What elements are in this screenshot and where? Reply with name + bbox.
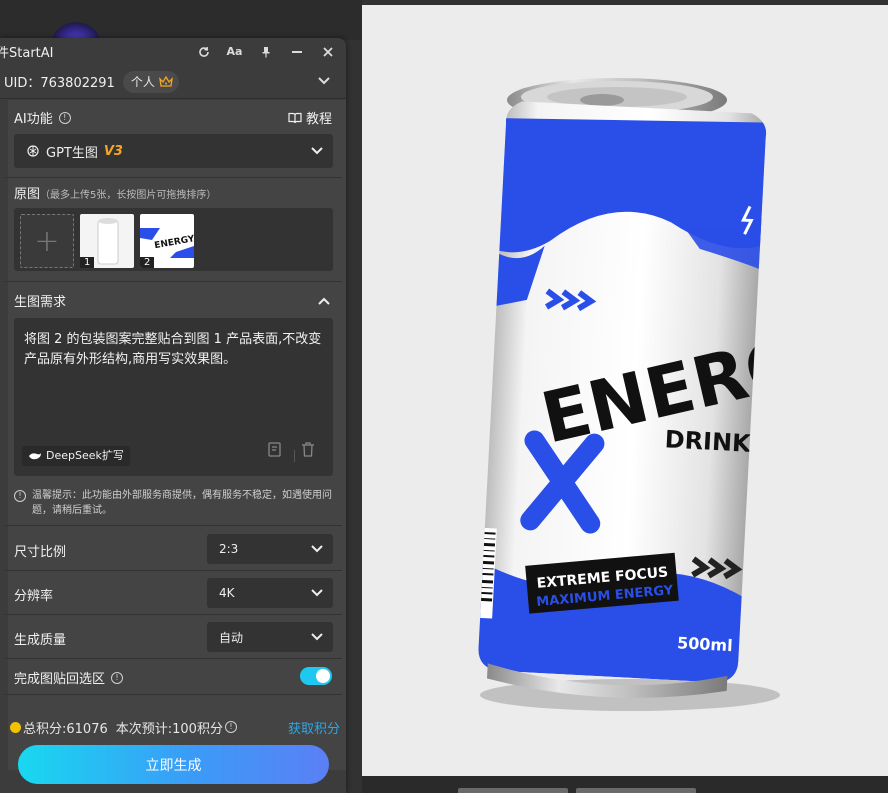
chevron-down-icon[interactable]: [318, 74, 330, 89]
info-icon[interactable]: !: [224, 721, 237, 733]
model-select[interactable]: GPT生图 V3: [14, 134, 333, 168]
chevron-down-icon: [311, 144, 323, 159]
trash-icon[interactable]: [301, 442, 315, 464]
divider: [4, 525, 342, 526]
book-icon: [288, 112, 302, 123]
requirement-label: 生图需求: [14, 295, 67, 310]
uid-text: UID：763802291: [4, 76, 115, 91]
pin-icon[interactable]: [257, 43, 274, 60]
coin-icon: [10, 721, 21, 733]
svg-text:500ml: 500ml: [677, 633, 733, 655]
thumbnail-number: 2: [140, 257, 155, 268]
resolution-value: 4K: [219, 586, 235, 600]
source-image-header: 原图 （最多上传5张，长按图片可拖拽排序）: [14, 183, 216, 202]
divider: [4, 694, 342, 695]
energy-can-image: ENERGY DRINK EXTREME FOCUS MAXIMUM ENERG…: [362, 5, 888, 776]
chevron-down-icon: [311, 630, 323, 644]
chevron-down-icon: [311, 586, 323, 600]
crown-icon: [158, 75, 173, 87]
deepseek-expand-button[interactable]: DeepSeek扩写: [22, 446, 130, 466]
paste-back-row: 完成图贴回选区 !: [14, 668, 124, 687]
divider: [4, 614, 342, 615]
ratio-select[interactable]: 2:3: [207, 534, 333, 564]
refresh-icon[interactable]: [195, 43, 212, 60]
tip-text: 温馨提示：此功能由外部服务商提供，偶有服务不稳定，如遇使用问题，请稍后重试。: [32, 490, 332, 516]
openai-icon: [27, 145, 39, 157]
tutorial-label: 教程: [305, 112, 332, 127]
divider: [294, 450, 295, 462]
source-image-label: 原图: [14, 187, 41, 202]
earn-points-link[interactable]: 获取积分: [288, 718, 340, 737]
model-version: V3: [103, 143, 123, 159]
info-icon[interactable]: !: [58, 111, 71, 124]
setting-label-ratio: 尺寸比例: [14, 545, 67, 560]
bottom-tab[interactable]: [576, 788, 696, 793]
panel-titlebar: 件StartAI Aa: [0, 38, 346, 65]
setting-label-quality: 生成质量: [14, 633, 67, 648]
requirement-textarea[interactable]: 将图 2 的包装图案完整贴合到图 1 产品表面,不改变产品原有外形结构,商用写实…: [14, 318, 333, 476]
total-points: 总积分:61076: [23, 721, 108, 737]
thumbnail-number: 1: [80, 257, 95, 268]
chevron-down-icon: [311, 542, 323, 556]
model-name: GPT生图: [46, 145, 98, 161]
paste-back-label: 完成图贴回选区: [14, 672, 106, 687]
thumbnail-2[interactable]: ENERGY 2: [140, 214, 194, 268]
ai-function-label: AI功能: [14, 112, 53, 127]
quality-select[interactable]: 自动: [207, 622, 333, 652]
clipboard-icon[interactable]: [267, 441, 283, 464]
panel-title: 件StartAI: [0, 46, 54, 61]
divider: [4, 570, 342, 571]
points-row: 总积分:61076 本次预计:100积分 ! 获取积分: [10, 718, 340, 737]
thumbnail-strip: + 1 ENERGY 2: [14, 208, 333, 271]
source-image-hint: （最多上传5张，长按图片可拖拽排序）: [40, 190, 217, 201]
info-icon[interactable]: !: [111, 671, 124, 684]
add-image-button[interactable]: +: [20, 214, 74, 268]
resolution-select[interactable]: 4K: [207, 578, 333, 608]
divider: [4, 177, 342, 178]
thumbnail-1[interactable]: 1: [80, 214, 134, 268]
font-size-icon[interactable]: Aa: [226, 43, 243, 60]
ratio-value: 2:3: [219, 542, 239, 556]
paste-back-toggle[interactable]: [300, 667, 332, 685]
can-drink-text: DRINK: [664, 425, 753, 458]
close-icon[interactable]: [319, 43, 336, 60]
ps-bottom-bar: [362, 776, 888, 793]
startai-panel: 件StartAI Aa UID：763802291 个人 AI功能 ! 教程 G…: [0, 38, 346, 793]
info-icon: !: [14, 490, 26, 502]
chevron-up-icon[interactable]: [318, 294, 330, 309]
ai-function-header: AI功能 !: [14, 108, 71, 127]
quality-value: 自动: [219, 630, 244, 645]
divider: [4, 658, 342, 659]
service-tip: ! 温馨提示：此功能由外部服务商提供，偶有服务不稳定，如遇使用问题，请稍后重试。: [14, 488, 334, 518]
divider: [4, 281, 342, 282]
requirement-text: 将图 2 的包装图案完整贴合到图 1 产品表面,不改变产品原有外形结构,商用写实…: [24, 332, 322, 367]
account-badge[interactable]: 个人: [122, 70, 179, 93]
deepseek-whale-icon: [29, 453, 41, 460]
bottom-tab[interactable]: [458, 788, 568, 793]
account-badge-label: 个人: [130, 75, 155, 89]
deepseek-label: DeepSeek扩写: [46, 449, 124, 462]
minimize-icon[interactable]: [288, 43, 305, 60]
account-row[interactable]: UID：763802291 个人: [0, 65, 346, 99]
generate-button[interactable]: 立即生成: [18, 745, 329, 784]
estimate-points: 本次预计:100积分: [115, 721, 223, 737]
document-canvas[interactable]: ENERGY DRINK EXTREME FOCUS MAXIMUM ENERG…: [362, 5, 888, 776]
tutorial-link[interactable]: 教程: [288, 108, 332, 127]
setting-label-resolution: 分辨率: [14, 589, 54, 604]
